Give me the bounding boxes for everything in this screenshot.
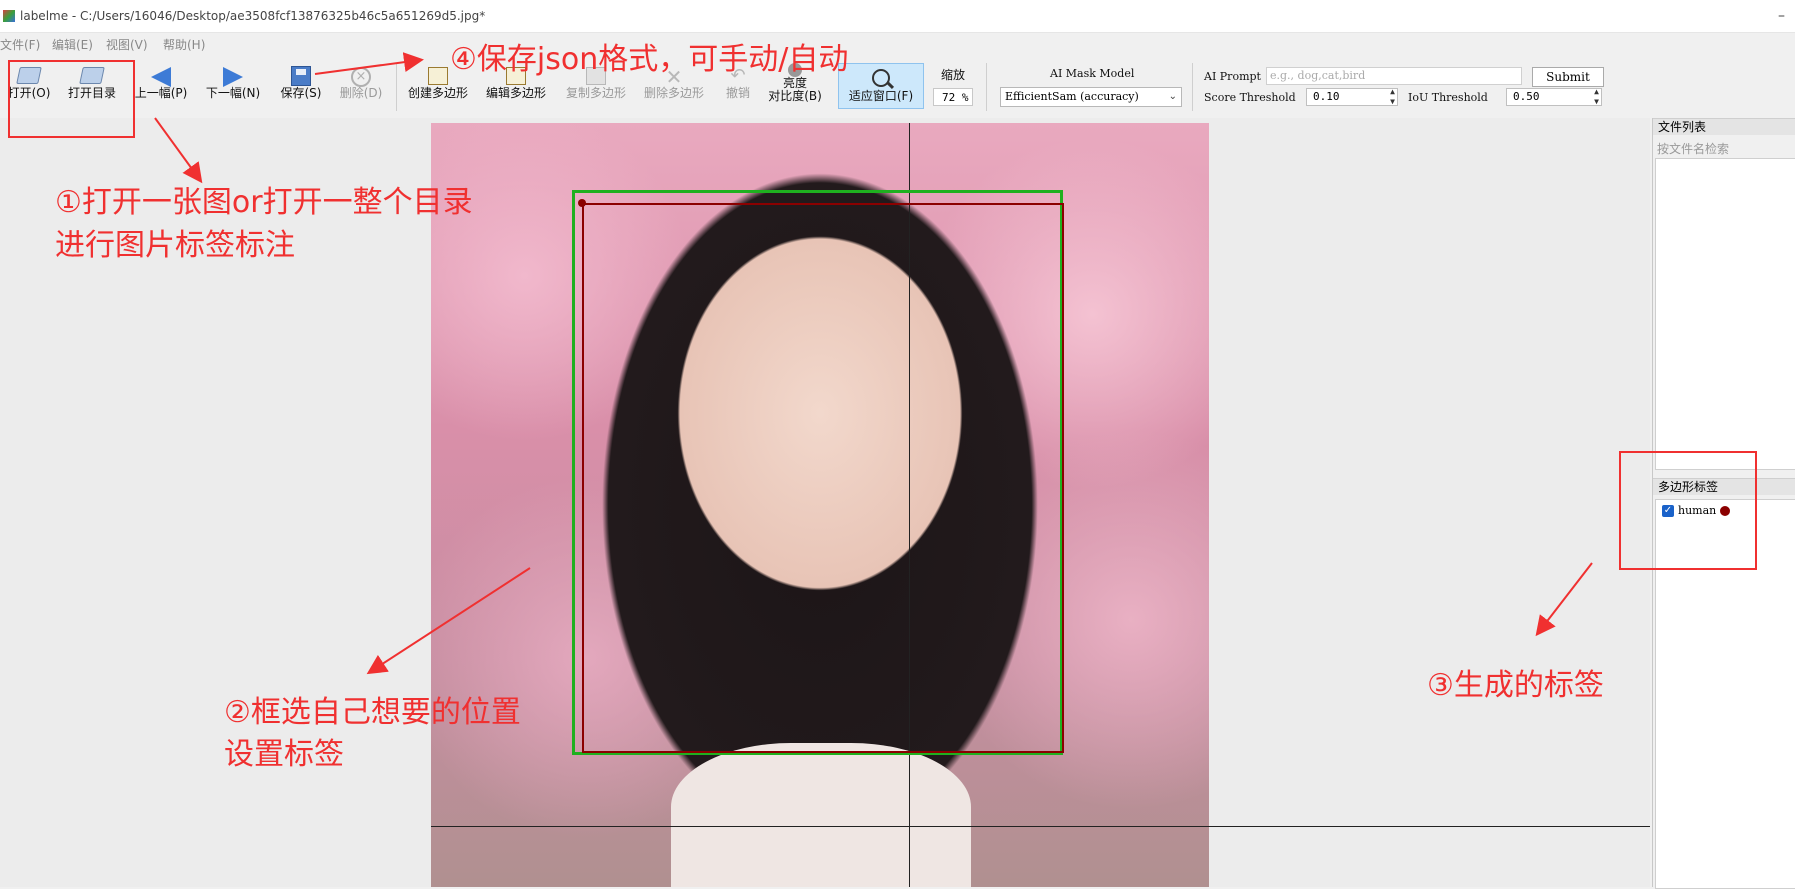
arrow-step1: [154, 117, 203, 184]
arrow-step4: [314, 52, 424, 75]
annotation-arrows: [154, 52, 1593, 675]
arrow-step3: [1535, 562, 1593, 637]
arrow-step2: [366, 567, 531, 675]
